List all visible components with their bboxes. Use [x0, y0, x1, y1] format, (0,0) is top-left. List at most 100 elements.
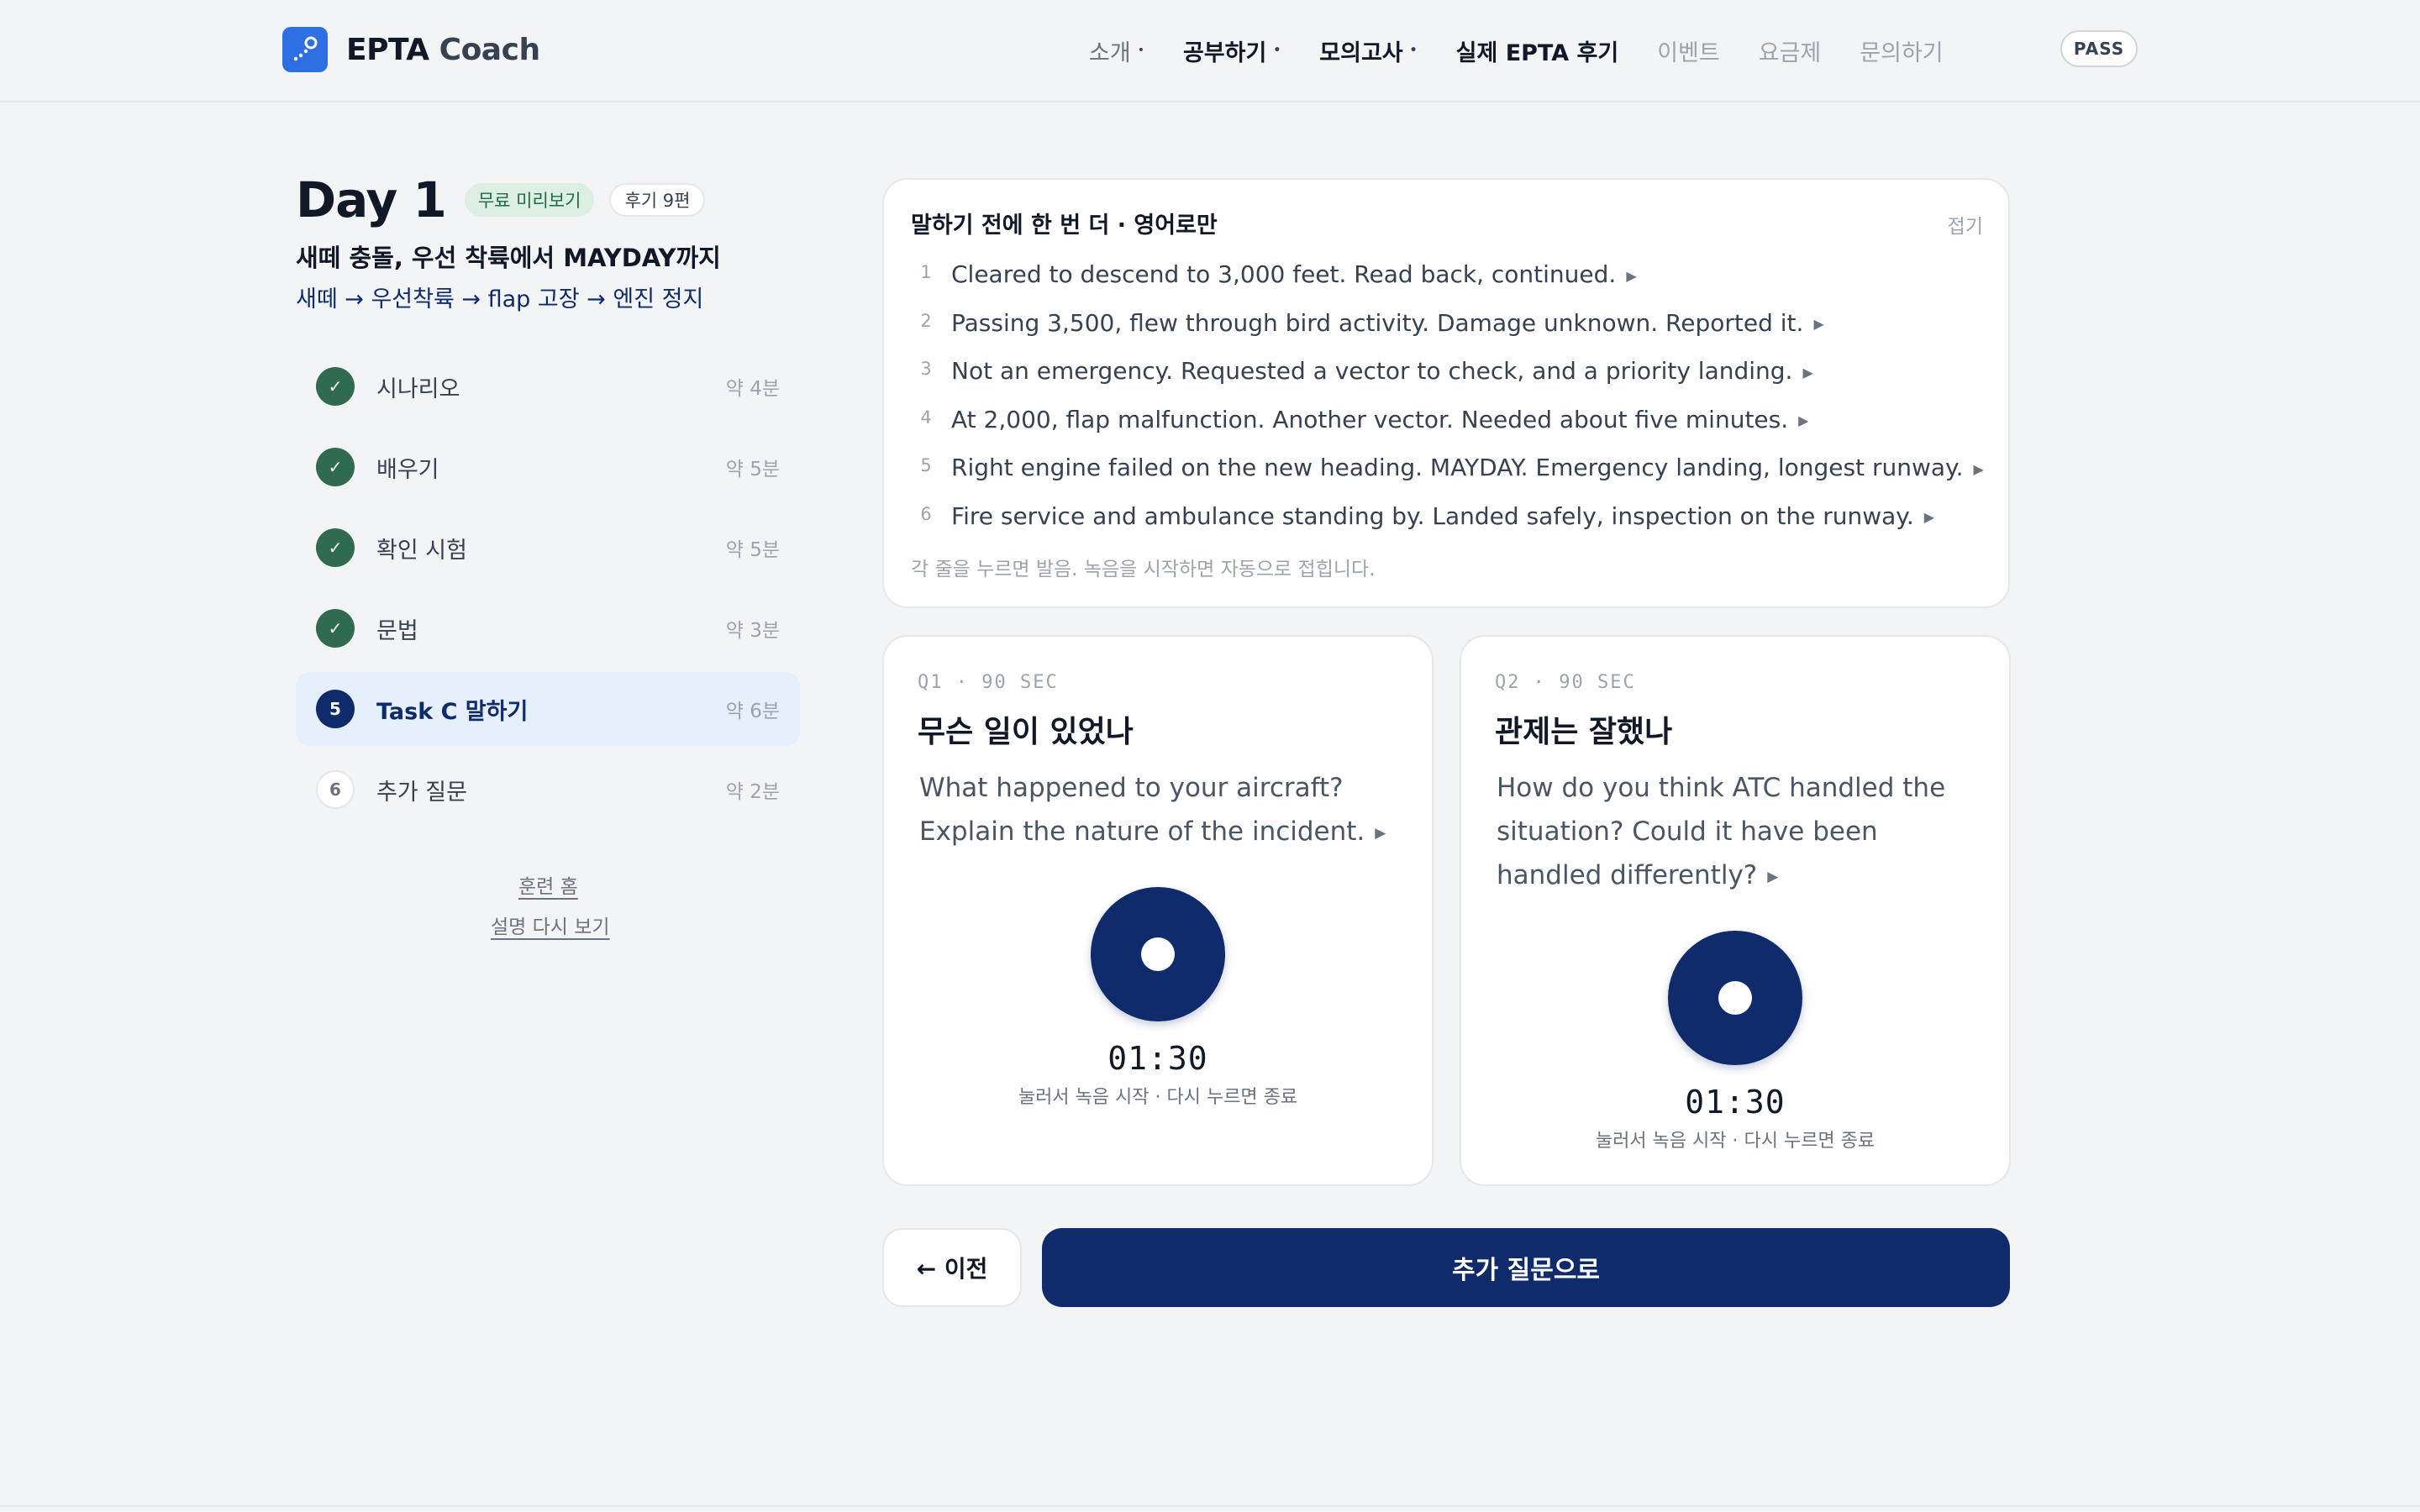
readback-line[interactable]: 4 At 2,000, flap malfunction. Another ve…: [911, 406, 1986, 454]
step-item-grammar[interactable]: ✓ 문법 약 3분: [296, 591, 800, 665]
step-item-quiz[interactable]: ✓ 확인 시험 약 5분: [296, 511, 800, 585]
line-number: 3: [920, 359, 932, 380]
dropdown-dot-icon: •: [1409, 44, 1418, 57]
readback-title: 말하기 전에 한 번 더 · 영어로만: [911, 213, 1218, 239]
question-card-q2: Q2 · 90 SEC 관제는 잘했나 How do you think ATC…: [1460, 635, 2011, 1186]
recorder: 01:30 눌러서 녹음 시작 · 다시 누르면 종료: [884, 887, 1432, 1109]
nav-item-reviews[interactable]: 실제 EPTA 후기: [1456, 34, 1619, 67]
play-icon[interactable]: ▶: [1375, 825, 1386, 842]
readback-line[interactable]: 5 Right engine failed on the new heading…: [911, 454, 1986, 502]
line-text: Not an emergency. Requested a vector to …: [951, 357, 1793, 386]
step-label: 문법: [376, 617, 418, 644]
line-number: 4: [920, 407, 932, 428]
readback-line[interactable]: 6 Fire service and ambulance standing by…: [911, 502, 1986, 551]
line-text: Passing 3,500, flew through bird activit…: [951, 308, 1804, 337]
record-button[interactable]: [1668, 931, 1802, 1065]
line-text: Right engine failed on the new heading. …: [951, 454, 1964, 482]
step-duration: 약 4분: [725, 378, 780, 400]
step-label: 추가 질문: [376, 779, 467, 806]
review-count-badge[interactable]: 후기 9편: [609, 183, 706, 217]
record-button[interactable]: [1091, 887, 1225, 1021]
question-title: 무슨 일이 있었나: [918, 715, 1134, 749]
day-heading: Day 1 무료 미리보기 후기 9편: [296, 171, 706, 228]
check-icon: ✓: [316, 448, 355, 486]
step-label: Task C 말하기: [376, 698, 529, 725]
step-duration: 약 5분: [725, 459, 780, 480]
line-number: 6: [920, 503, 932, 524]
question-prompt[interactable]: How do you think ATC handled the situati…: [1497, 766, 1984, 899]
step-label: 확인 시험: [376, 537, 467, 564]
line-number: 1: [920, 262, 932, 282]
footer-divider: [0, 1505, 2420, 1507]
guide-again-link[interactable]: 설명 다시 보기: [491, 911, 610, 939]
logo-icon: [282, 27, 328, 72]
play-icon[interactable]: ▶: [1626, 268, 1636, 284]
nav-item-mock-exam[interactable]: 모의고사 •: [1319, 34, 1417, 67]
nav-item-events[interactable]: 이벤트: [1657, 34, 1720, 67]
play-icon[interactable]: ▶: [1924, 509, 1934, 525]
question-meta: Q1 · 90 SEC: [918, 672, 1059, 693]
step-item-learn[interactable]: ✓ 배우기 약 5분: [296, 430, 800, 504]
page-title: Day 1: [296, 171, 447, 228]
collapse-button[interactable]: 접기: [1948, 210, 1983, 239]
play-icon[interactable]: ▶: [1802, 365, 1812, 381]
question-text: What happened to your aircraft? Explain …: [919, 773, 1365, 847]
line-number: 2: [920, 310, 932, 331]
question-prompt[interactable]: What happened to your aircraft? Explain …: [919, 766, 1407, 855]
readback-line[interactable]: 1 Cleared to descend to 3,000 feet. Read…: [911, 260, 1986, 309]
play-icon[interactable]: ▶: [1973, 461, 1983, 477]
check-icon: ✓: [316, 528, 355, 567]
step-number: 6: [316, 770, 355, 809]
step-item-task-c[interactable]: 5 Task C 말하기 약 6분: [296, 672, 800, 746]
readback-line[interactable]: 2 Passing 3,500, flew through bird activ…: [911, 309, 1986, 358]
brand-name: EPTA Coach: [346, 32, 540, 67]
dropdown-dot-icon: •: [1273, 44, 1281, 57]
line-text: At 2,000, flap malfunction. Another vect…: [951, 405, 1789, 433]
step-duration: 약 5분: [725, 539, 780, 561]
play-icon[interactable]: ▶: [1813, 316, 1823, 332]
nav-item-study[interactable]: 공부하기 •: [1183, 34, 1281, 67]
step-item-scenario[interactable]: ✓ 시나리오 약 4분: [296, 349, 800, 423]
play-icon[interactable]: ▶: [1767, 869, 1778, 885]
readback-lines: 1 Cleared to descend to 3,000 feet. Read…: [911, 260, 1986, 551]
scenario-path: 새떼 → 우선착륙 → flap 고장 → 엔진 정지: [296, 286, 704, 312]
nav-item-intro[interactable]: 소개 •: [1089, 34, 1144, 67]
step-number: 5: [316, 690, 355, 728]
line-number: 5: [920, 455, 932, 476]
free-preview-badge: 무료 미리보기: [464, 183, 595, 217]
recorder: 01:30 눌러서 녹음 시작 · 다시 누르면 종료: [1461, 931, 2009, 1152]
question-text: How do you think ATC handled the situati…: [1497, 773, 1946, 890]
day-subtitle: 새떼 충돌, 우선 착륙에서 MAYDAY까지: [296, 244, 721, 272]
play-icon[interactable]: ▶: [1798, 412, 1808, 428]
step-label: 배우기: [376, 456, 439, 483]
next-followup-button[interactable]: 추가 질문으로: [1042, 1228, 2010, 1307]
record-dot-icon: [1718, 981, 1752, 1015]
record-hint: 눌러서 녹음 시작 · 다시 누르면 종료: [1595, 1131, 1876, 1152]
dropdown-dot-icon: •: [1137, 44, 1144, 57]
readback-card: 말하기 전에 한 번 더 · 영어로만 접기 1 Cleared to desc…: [882, 178, 2010, 608]
nav-item-contact[interactable]: 문의하기: [1860, 34, 1943, 67]
main-nav: 소개 • 공부하기 • 모의고사 • 실제 EPTA 후기 이벤트 요금제 문의하기: [1089, 32, 1982, 69]
question-title: 관제는 잘했나: [1495, 715, 1673, 749]
top-header: EPTA Coach 소개 • 공부하기 • 모의고사 • 실제 EPTA 후기 이벤…: [0, 0, 2420, 102]
training-home-link[interactable]: 훈련 홈: [518, 870, 578, 899]
pass-button[interactable]: PASS: [2060, 30, 2138, 67]
readback-line[interactable]: 3 Not an emergency. Requested a vector t…: [911, 357, 1986, 406]
step-duration: 약 6분: [725, 701, 780, 722]
readback-hint: 각 줄을 누르면 발음. 녹음을 시작하면 자동으로 접힙니다.: [911, 559, 1376, 580]
record-timer: 01:30: [1685, 1084, 1786, 1121]
check-icon: ✓: [316, 367, 355, 406]
check-icon: ✓: [316, 609, 355, 648]
line-text: Fire service and ambulance standing by. …: [951, 501, 1914, 530]
record-timer: 01:30: [1107, 1040, 1208, 1077]
step-item-followup[interactable]: 6 추가 질문 약 2분: [296, 753, 800, 827]
record-hint: 눌러서 녹음 시작 · 다시 누르면 종료: [1018, 1087, 1298, 1108]
record-dot-icon: [1141, 937, 1175, 971]
previous-button[interactable]: ← 이전: [882, 1228, 1022, 1307]
question-card-q1: Q1 · 90 SEC 무슨 일이 있었나 What happened to y…: [882, 635, 1434, 1186]
brand-logo[interactable]: EPTA Coach: [282, 27, 540, 72]
step-label: 시나리오: [376, 375, 460, 402]
line-text: Cleared to descend to 3,000 feet. Read b…: [951, 260, 1617, 288]
step-list: ✓ 시나리오 약 4분 ✓ 배우기 약 5분 ✓ 확인 시험 약 5분 ✓ 문법…: [296, 349, 800, 833]
nav-item-pricing[interactable]: 요금제: [1759, 34, 1822, 67]
